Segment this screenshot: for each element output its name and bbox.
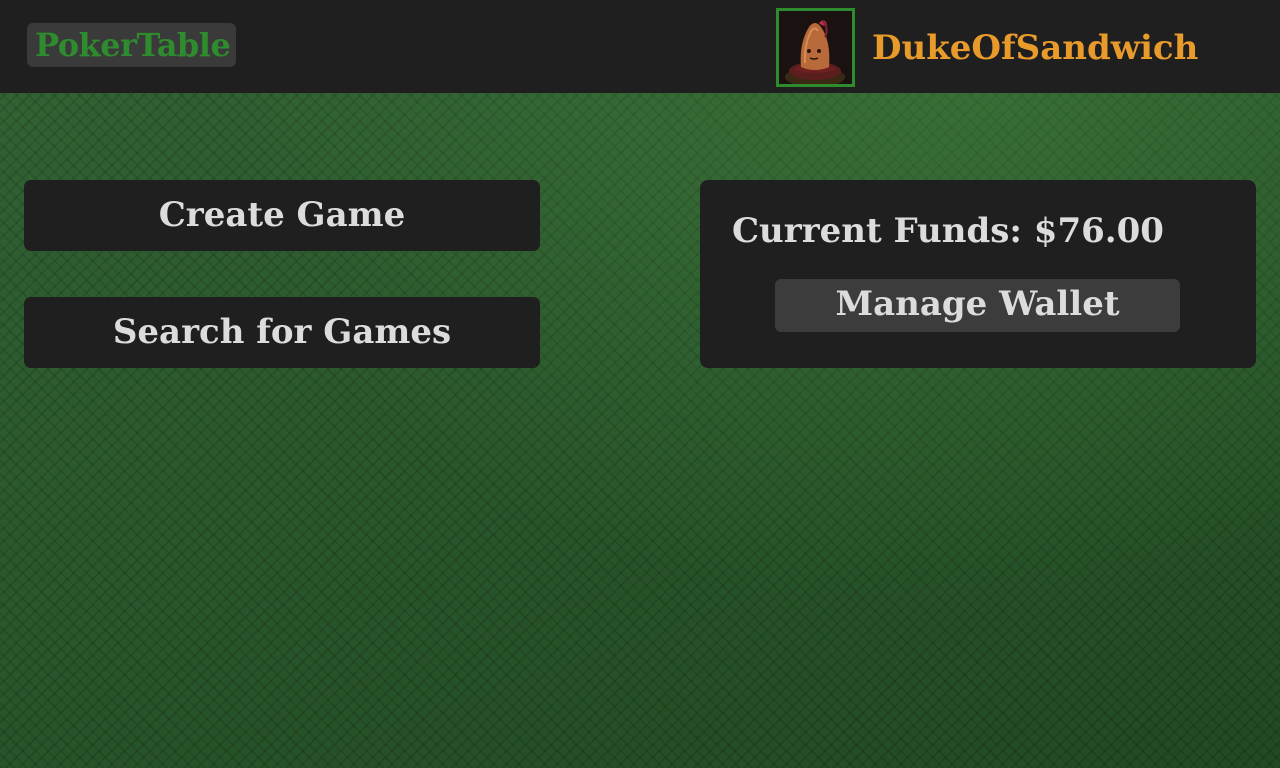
funds-value: $76.00 <box>1033 211 1164 251</box>
top-bar: PokerTable DukeOfSandwich <box>0 0 1280 93</box>
manage-wallet-button[interactable]: Manage Wallet <box>775 279 1180 332</box>
wallet-panel: Current Funds: $76.00 Manage Wallet <box>700 180 1256 368</box>
profile-avatar-icon[interactable] <box>776 8 855 87</box>
username-label[interactable]: DukeOfSandwich <box>872 22 1198 74</box>
search-games-button[interactable]: Search for Games <box>24 297 540 368</box>
app-logo[interactable]: PokerTable <box>27 23 237 67</box>
create-game-button[interactable]: Create Game <box>24 180 540 251</box>
funds-label: Current Funds: <box>732 211 1022 251</box>
avatar-image <box>779 11 852 84</box>
current-funds: Current Funds: $76.00 <box>732 208 1164 254</box>
